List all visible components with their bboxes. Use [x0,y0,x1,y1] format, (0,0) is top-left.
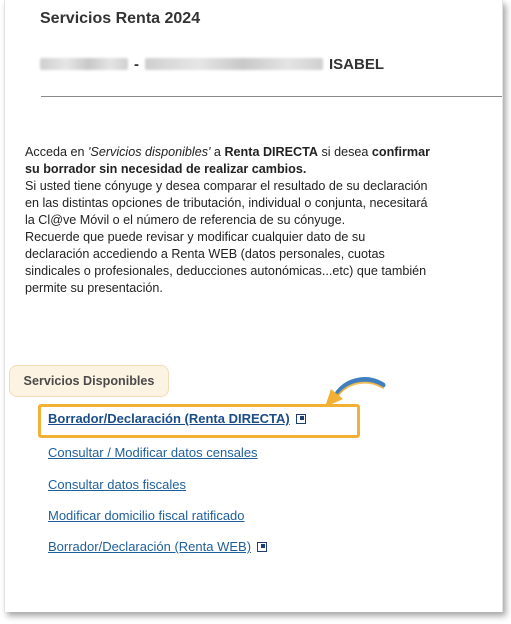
link-domicilio-fiscal[interactable]: Modificar domicilio fiscal ratificado [48,508,245,523]
info-text: Acceda en 'Servicios disponibles' a Rent… [25,144,430,297]
redacted-id [40,58,128,70]
taxpayer-name: - ISABEL [40,54,384,74]
link-datos-censales[interactable]: Consultar / Modificar datos censales [48,445,258,460]
link-datos-fiscales[interactable]: Consultar datos fiscales [48,477,186,492]
link-domicilio-fiscal-label: Modificar domicilio fiscal ratificado [48,508,245,523]
external-link-icon [257,541,268,552]
section-available-services: Servicios Disponibles [9,365,169,397]
info-text-italic: 'Servicios disponibles' [88,145,211,159]
link-renta-directa-label: Borrador/Declaración (Renta DIRECTA) [48,411,290,426]
redacted-surname [145,58,323,70]
curved-arrow-icon [325,377,386,407]
info-text-mid2: si desea [317,145,372,159]
link-datos-censales-label: Consultar / Modificar datos censales [48,445,258,460]
link-renta-web[interactable]: Borrador/Declaración (Renta WEB) [48,539,268,554]
info-paragraph-1: Acceda en 'Servicios disponibles' a Rent… [25,144,430,178]
info-text-prefix: Acceda en [25,145,89,159]
name-separator: - [134,55,139,73]
link-renta-directa[interactable]: Borrador/Declaración (Renta DIRECTA) [48,411,306,426]
page-frame: Servicios Renta 2024 - ISABEL Acceda en … [4,0,503,612]
info-text-renta-directa: Renta DIRECTA [224,145,318,159]
link-renta-web-label: Borrador/Declaración (Renta WEB) [48,539,252,554]
info-text-mid: a [210,145,225,159]
header-divider [41,96,502,97]
external-link-icon [295,413,306,424]
info-paragraph-3: Recuerde que puede revisar y modificar c… [25,230,427,295]
page-title: Servicios Renta 2024 [40,10,201,27]
link-datos-fiscales-label: Consultar datos fiscales [48,477,187,492]
info-paragraph-2: Si usted tiene cónyuge y desea comparar … [25,179,428,227]
taxpayer-first-name: ISABEL [329,55,385,73]
